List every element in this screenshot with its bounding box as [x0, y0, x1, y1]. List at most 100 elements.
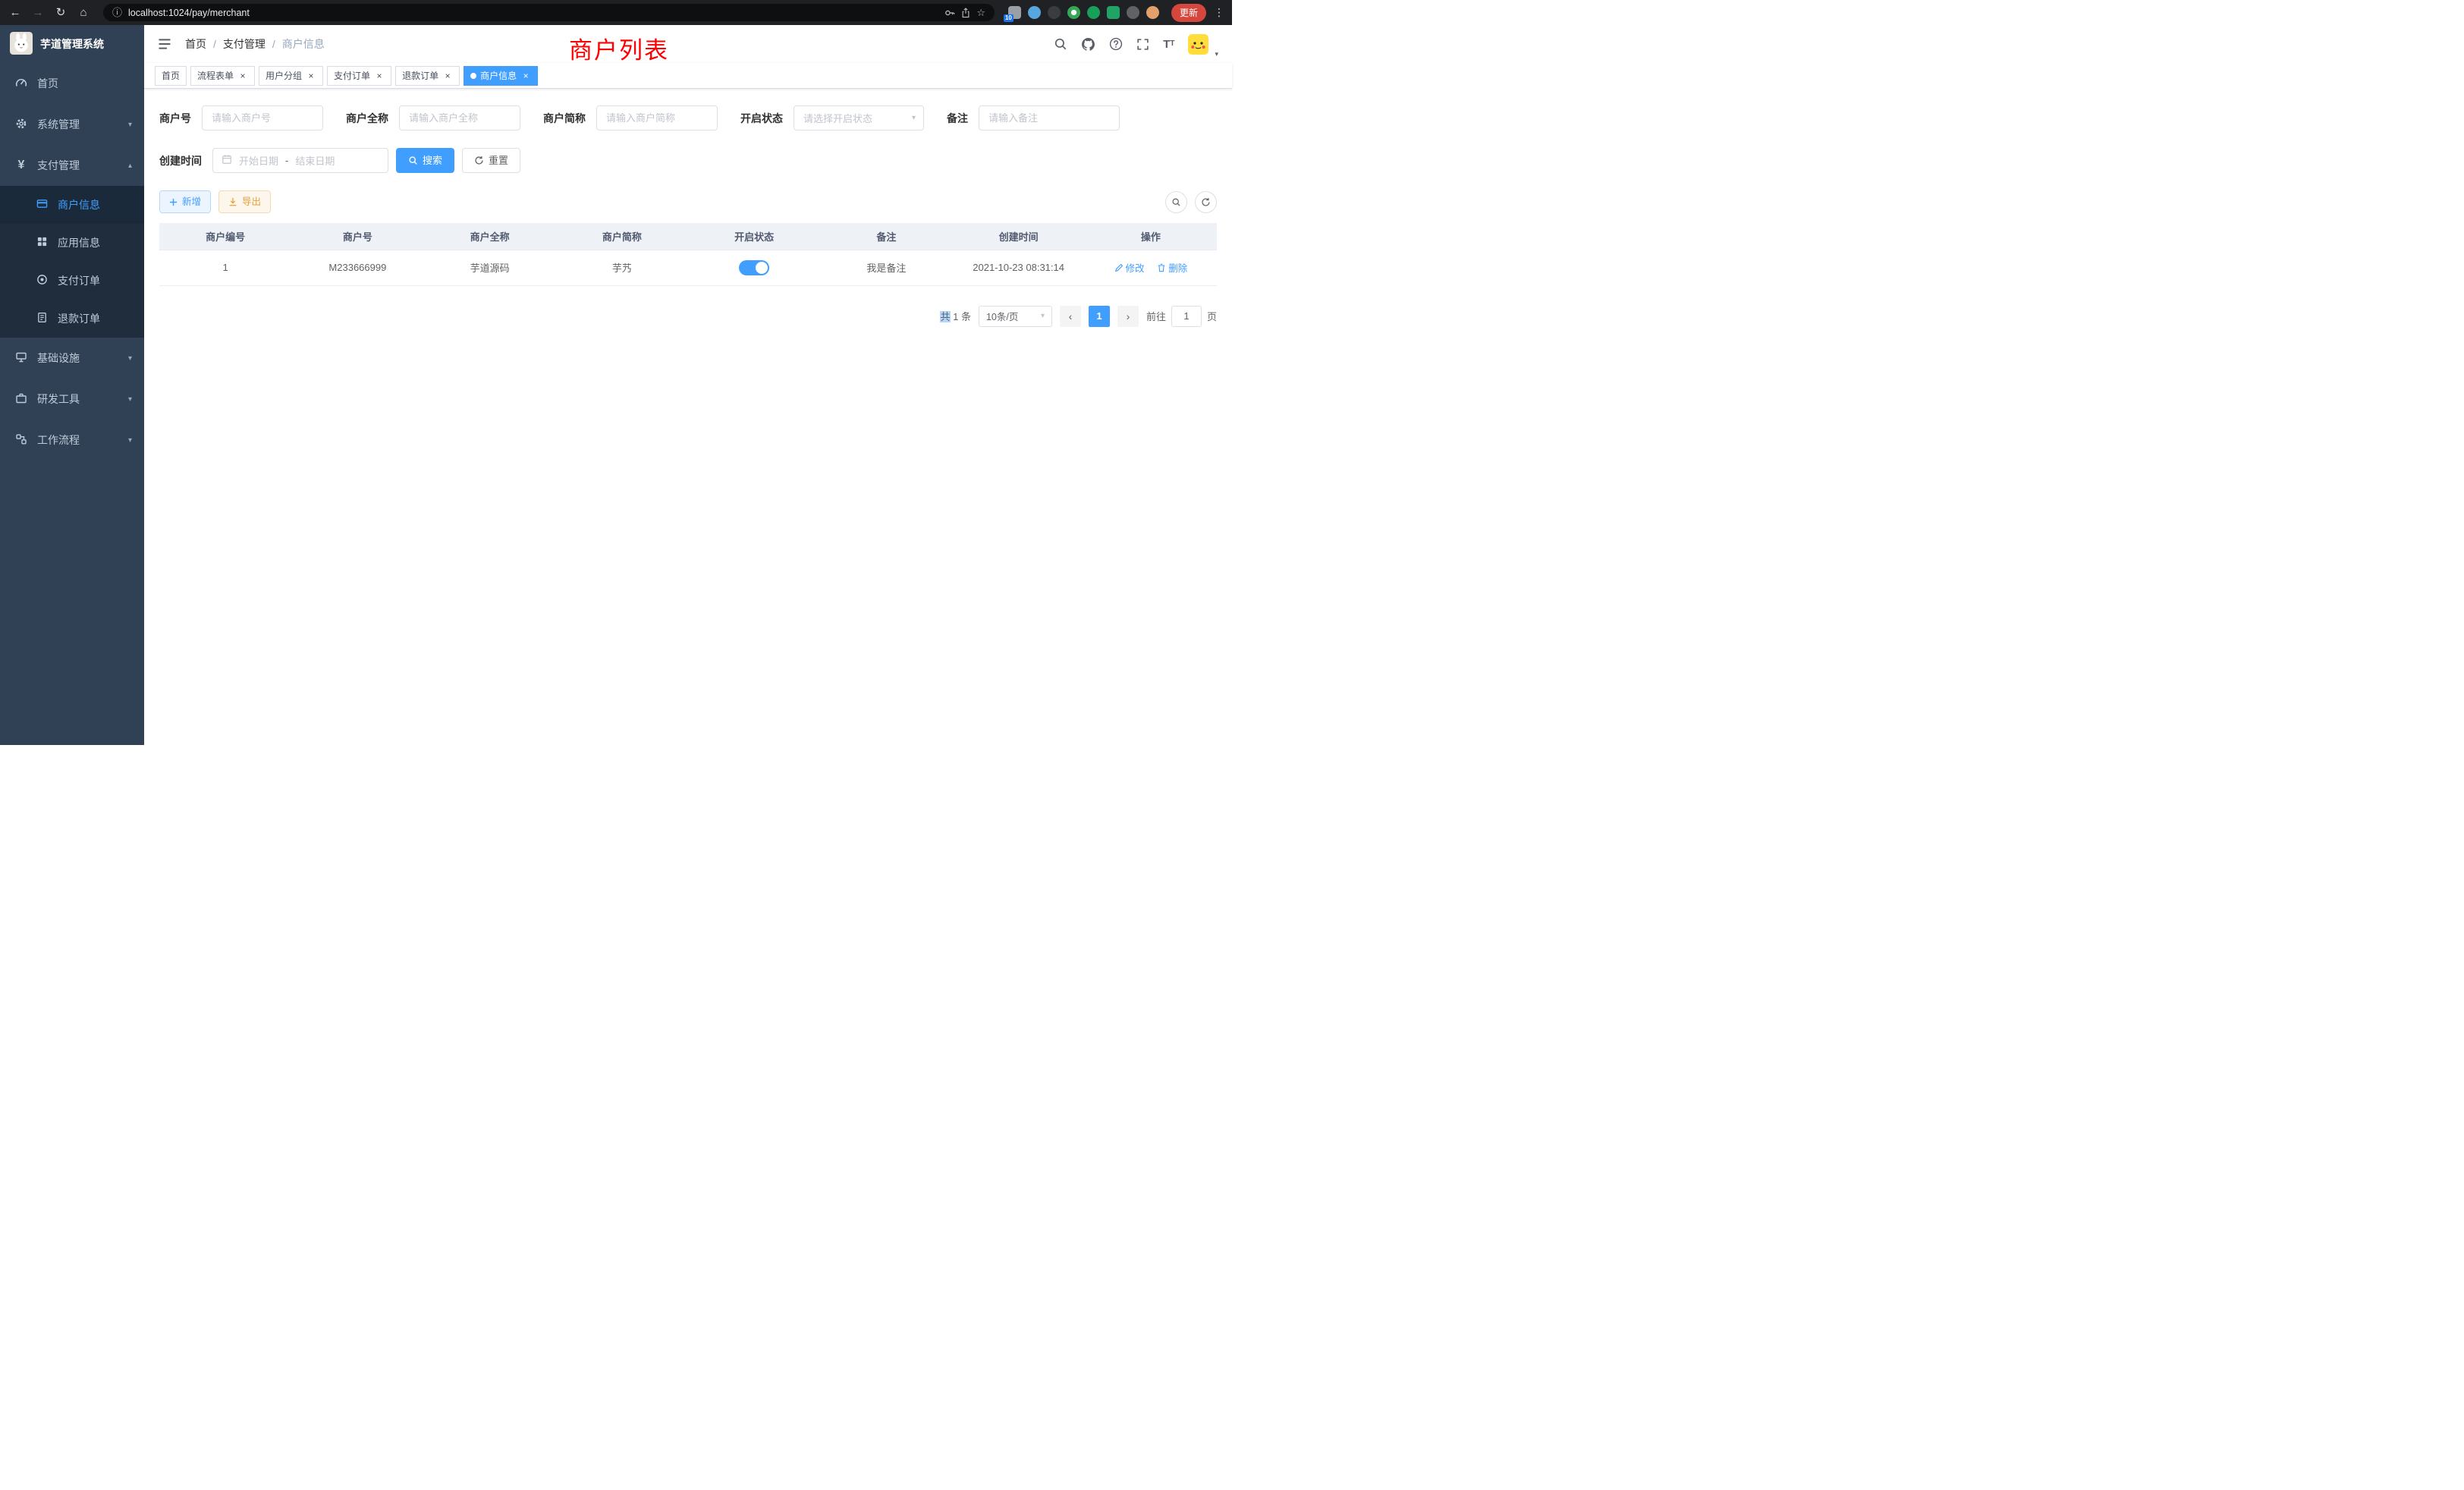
forward-icon[interactable]: →: [30, 7, 46, 18]
col-status: 开启状态: [688, 223, 820, 250]
back-icon[interactable]: ←: [8, 7, 23, 18]
delete-link[interactable]: 删除: [1157, 260, 1187, 275]
infrastructure-icon: [15, 351, 27, 366]
logo[interactable]: 芋道管理系统: [0, 25, 144, 63]
start-date-placeholder[interactable]: 开始日期: [239, 153, 278, 168]
user-avatar[interactable]: [1188, 34, 1208, 55]
cell-status: [688, 250, 820, 285]
chevron-down-icon: ▾: [128, 436, 132, 445]
page-size-select[interactable]: 10条/页 ▾: [979, 306, 1052, 327]
page-1-button[interactable]: 1: [1089, 306, 1110, 327]
star-icon[interactable]: ☆: [976, 8, 985, 17]
tab-refund-order[interactable]: 退款订单×: [395, 66, 460, 86]
status-label: 开启状态: [740, 111, 783, 126]
extension-icon[interactable]: [1048, 6, 1061, 19]
github-icon[interactable]: [1081, 37, 1095, 52]
refresh-table-button[interactable]: [1195, 191, 1217, 213]
close-icon[interactable]: ×: [374, 71, 385, 80]
extension-icon[interactable]: [1107, 6, 1120, 19]
kebab-menu-icon[interactable]: ⋮: [1214, 6, 1224, 19]
sidebar-item-refund-order[interactable]: 退款订单: [0, 300, 144, 338]
breadcrumb-payment[interactable]: 支付管理: [223, 36, 266, 52]
profile-avatar[interactable]: [1146, 6, 1159, 19]
info-icon[interactable]: ⓘ: [112, 8, 122, 17]
cell-merchant-id: 1: [159, 250, 291, 285]
sidebar-item-dev-tools[interactable]: 研发工具 ▾: [0, 379, 144, 420]
cell-merchant-short-name: 芋艿: [556, 250, 688, 285]
extension-icon[interactable]: [1028, 6, 1041, 19]
chevron-down-icon: ▾: [1041, 312, 1045, 320]
extension-icon[interactable]: [1067, 6, 1080, 19]
col-create-time: 创建时间: [953, 223, 1085, 250]
refresh-icon[interactable]: ↻: [53, 7, 68, 18]
status-toggle[interactable]: [739, 260, 769, 275]
pin-extension-icon[interactable]: [1127, 6, 1139, 19]
sidebar-item-merchant-info[interactable]: 商户信息: [0, 186, 144, 224]
merchant-short-name-input[interactable]: [596, 105, 718, 130]
address-bar[interactable]: ⓘ localhost:1024/pay/merchant ☆: [103, 4, 995, 21]
tab-pay-order[interactable]: 支付订单×: [327, 66, 391, 86]
col-actions: 操作: [1085, 223, 1217, 250]
sidebar-item-system[interactable]: 系统管理 ▾: [0, 104, 144, 145]
extension-icon[interactable]: 10: [1008, 6, 1021, 19]
sidebar-item-app-info[interactable]: 应用信息: [0, 224, 144, 262]
table-header-row: 商户编号 商户号 商户全称 商户简称 开启状态 备注 创建时间 操作: [159, 223, 1217, 250]
sidebar-item-home[interactable]: 首页: [0, 63, 144, 104]
end-date-placeholder[interactable]: 结束日期: [295, 153, 335, 168]
edit-link[interactable]: 修改: [1114, 260, 1145, 275]
goto-page-input[interactable]: [1171, 306, 1202, 327]
browser-chrome: ← → ↻ ⌂ ⓘ localhost:1024/pay/merchant ☆ …: [0, 0, 1232, 25]
search-button[interactable]: 搜索: [396, 148, 454, 173]
key-icon[interactable]: [944, 8, 955, 18]
tab-merchant-info[interactable]: 商户信息×: [464, 66, 538, 86]
col-remark: 备注: [820, 223, 952, 250]
close-icon[interactable]: ×: [306, 71, 316, 80]
tab-home[interactable]: 首页: [155, 66, 187, 86]
search-icon[interactable]: [1054, 37, 1067, 51]
status-select[interactable]: 请选择开启状态 ▾: [794, 105, 924, 130]
create-time-range-picker[interactable]: 开始日期 - 结束日期: [212, 148, 388, 173]
add-button[interactable]: 新增: [159, 190, 211, 213]
remark-label: 备注: [947, 111, 968, 126]
close-icon[interactable]: ×: [442, 71, 453, 80]
fullscreen-icon[interactable]: [1136, 38, 1149, 51]
app-title: 芋道管理系统: [40, 36, 104, 52]
next-page-button[interactable]: ›: [1117, 306, 1139, 327]
sidebar-item-pay-order[interactable]: 支付订单: [0, 262, 144, 300]
red-annotation: 商户列表: [569, 31, 669, 65]
share-icon[interactable]: [961, 8, 970, 18]
font-size-icon[interactable]: TT: [1163, 39, 1174, 50]
chevron-down-icon: ▾: [912, 114, 916, 122]
extension-icon[interactable]: [1087, 6, 1100, 19]
refund-doc-icon: [36, 312, 48, 325]
reset-button[interactable]: 重置: [462, 148, 520, 173]
browser-update-button[interactable]: 更新: [1171, 4, 1206, 22]
merchant-name-input[interactable]: [399, 105, 520, 130]
sidebar-item-payment[interactable]: ¥ 支付管理 ▴: [0, 145, 144, 186]
prev-page-button[interactable]: ‹: [1060, 306, 1081, 327]
col-merchant-no: 商户号: [291, 223, 423, 250]
show-search-toggle-button[interactable]: [1165, 191, 1187, 213]
sidebar-item-workflow[interactable]: 工作流程 ▾: [0, 420, 144, 461]
merchant-table: 商户编号 商户号 商户全称 商户简称 开启状态 备注 创建时间 操作 1 M23…: [159, 223, 1217, 286]
merchant-no-input[interactable]: [202, 105, 323, 130]
breadcrumb-home[interactable]: 首页: [185, 36, 206, 52]
cell-actions: 修改 删除: [1085, 250, 1217, 285]
url-text[interactable]: localhost:1024/pay/merchant: [128, 8, 250, 18]
caret-down-icon[interactable]: ▾: [1215, 50, 1218, 63]
export-button[interactable]: 导出: [218, 190, 271, 213]
tab-user-group[interactable]: 用户分组×: [259, 66, 323, 86]
home-icon[interactable]: ⌂: [76, 7, 91, 18]
close-icon[interactable]: ×: [237, 71, 248, 80]
help-icon[interactable]: [1109, 37, 1123, 51]
sidebar-item-infrastructure[interactable]: 基础设施 ▾: [0, 338, 144, 379]
breadcrumb: 首页 / 支付管理 / 商户信息: [185, 36, 325, 52]
remark-input[interactable]: [979, 105, 1120, 130]
tools-icon: [15, 392, 27, 407]
hamburger-icon[interactable]: [158, 37, 171, 51]
total-count: 共 1 条: [940, 309, 970, 323]
extension-tray: 10: [1008, 6, 1159, 19]
merchant-short-name-label: 商户简称: [543, 111, 586, 126]
close-icon[interactable]: ×: [520, 71, 531, 80]
tab-process-form[interactable]: 流程表单×: [190, 66, 255, 86]
